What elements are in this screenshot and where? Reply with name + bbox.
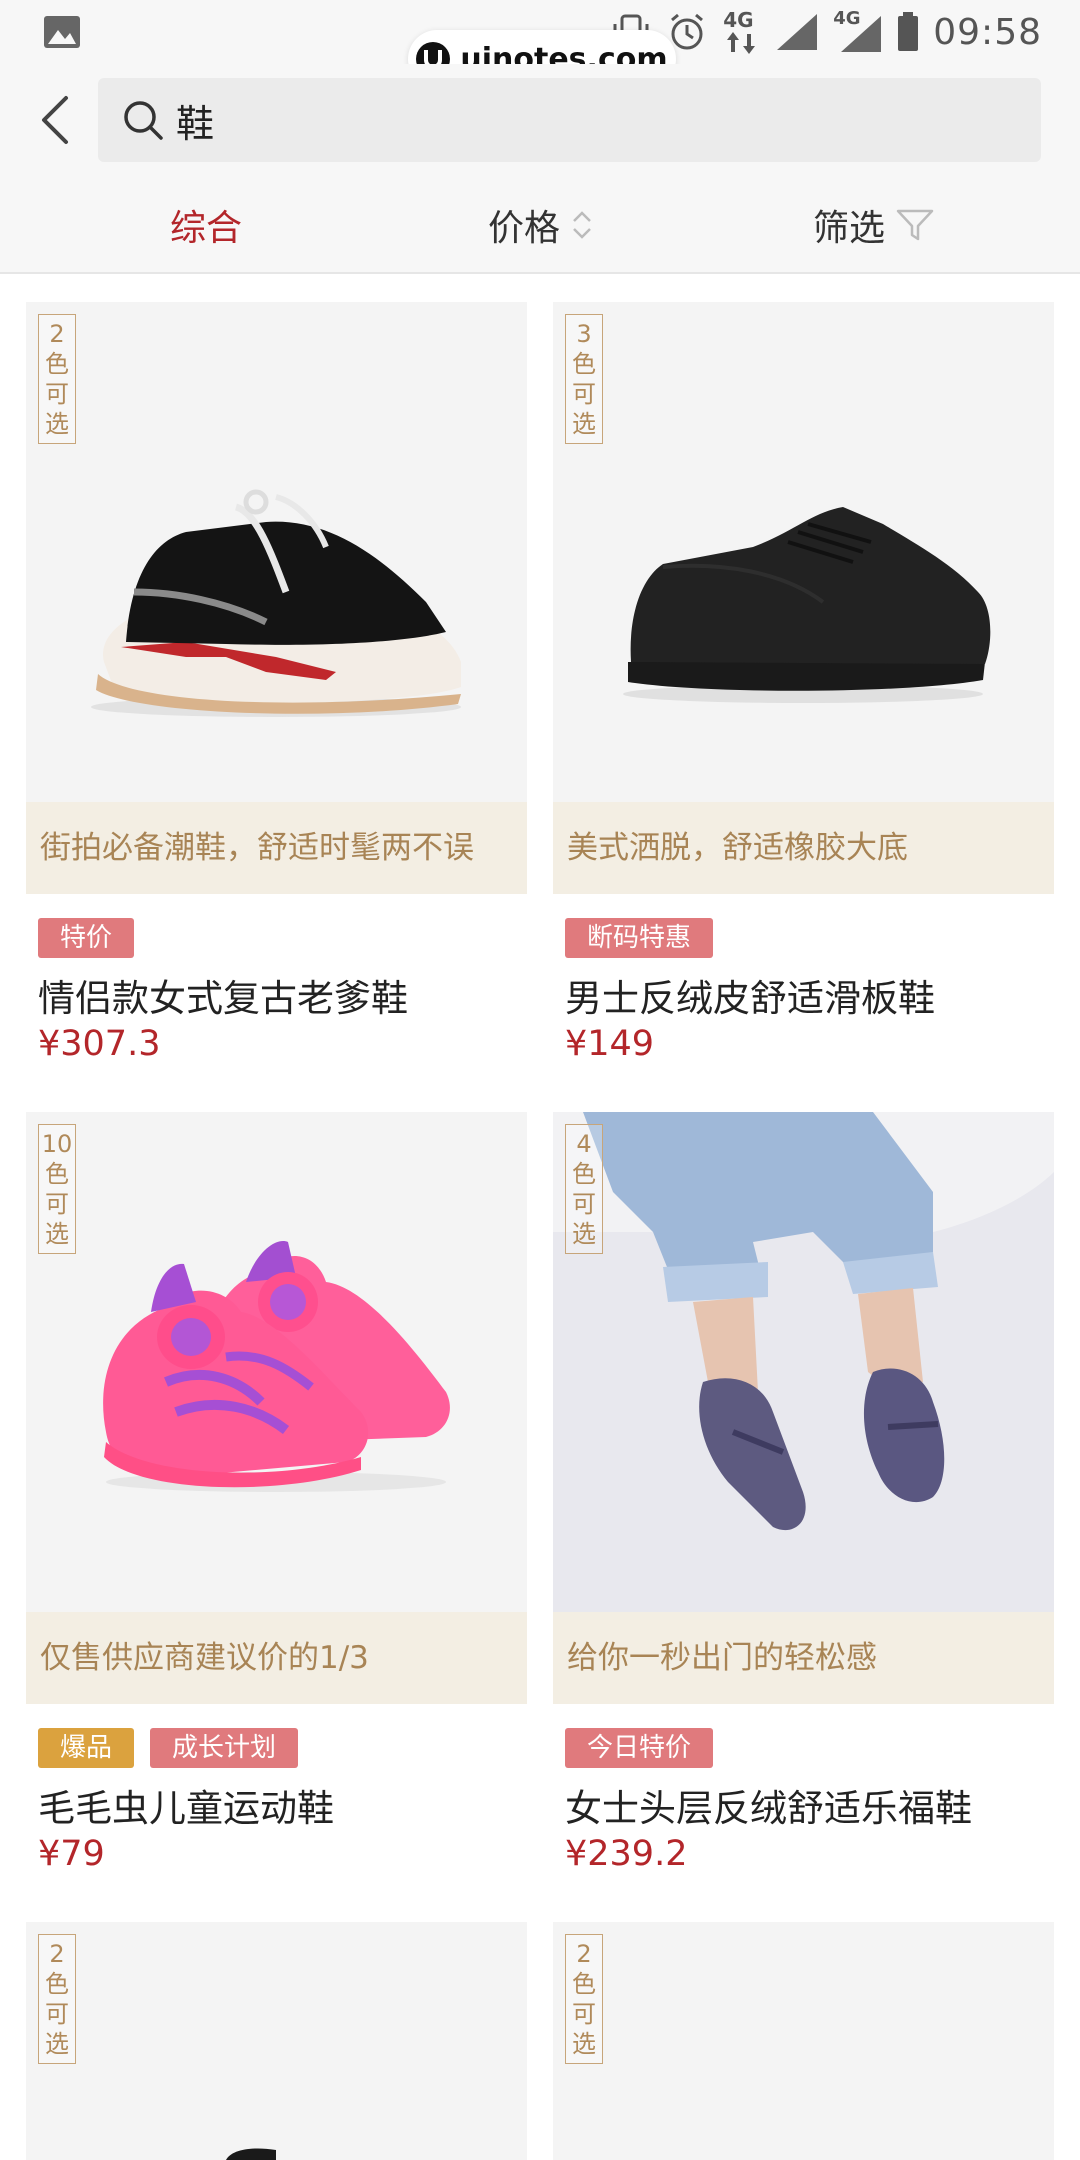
search-input[interactable]: 鞋 — [98, 78, 1041, 162]
color-options-tag: 10色可选 — [38, 1124, 76, 1254]
battery-icon — [898, 12, 919, 51]
badge-group: 今日特价 — [565, 1728, 714, 1768]
product-price: ¥307.3 — [38, 1024, 161, 1064]
color-options-tag: 3色可选 — [565, 314, 603, 444]
product-price: ¥239.2 — [565, 1834, 688, 1874]
product-image[interactable]: 4色可选 — [553, 1112, 1054, 1612]
search-header: 鞋 — [0, 64, 1080, 176]
promo-badge: 特价 — [38, 918, 135, 958]
color-options-tag: 2色可选 — [38, 1934, 76, 2064]
tab-comprehensive[interactable]: 综合 — [170, 176, 242, 274]
product-slogan: 仅售供应商建议价的1/3 — [26, 1612, 527, 1704]
product-name[interactable]: 女士头层反绒舒适乐福鞋 — [565, 1778, 972, 1832]
product-price: ¥149 — [565, 1024, 655, 1064]
color-options-tag: 2色可选 — [38, 314, 76, 444]
promo-badge: 爆品 — [38, 1728, 135, 1768]
promo-badge: 断码特惠 — [565, 918, 714, 958]
tab-price[interactable]: 价格 — [488, 176, 594, 274]
loafers-on-model-image — [553, 1112, 1054, 1612]
filter-funnel-icon — [896, 209, 934, 241]
sort-updown-icon — [573, 211, 591, 239]
product-slogan: 美式洒脱，舒适橡胶大底 — [553, 802, 1054, 894]
product-slogan: 给你一秒出门的轻松感 — [553, 1612, 1054, 1704]
search-query: 鞋 — [176, 101, 215, 146]
promo-badge: 今日特价 — [565, 1728, 714, 1768]
chunky-sneaker-image — [91, 489, 462, 717]
badge-group: 特价 — [38, 918, 135, 958]
skate-shoe-image — [623, 507, 991, 703]
product-image[interactable]: 2色可选 — [26, 302, 527, 802]
sort-bar: 综合 价格 筛选 — [0, 176, 1080, 274]
tab-label: 综合 — [170, 208, 243, 249]
tab-label: 价格 — [488, 208, 561, 249]
image-icon — [44, 16, 80, 48]
product-name[interactable]: 毛毛虫儿童运动鞋 — [38, 1778, 334, 1832]
product-image[interactable]: 2色可选 — [26, 1922, 527, 2160]
badge-group: 断码特惠 — [565, 918, 714, 958]
tab-filter[interactable]: 筛选 — [813, 176, 935, 274]
product-name[interactable]: 情侣款女式复古老爹鞋 — [38, 968, 408, 1022]
product-image[interactable]: 3色可选 — [553, 302, 1054, 802]
back-arrow-icon[interactable] — [34, 92, 80, 148]
promo-badge: 成长计划 — [150, 1728, 299, 1768]
shoe-partial-image — [226, 2148, 276, 2160]
color-options-tag: 4色可选 — [565, 1124, 603, 1254]
signal-icon: 4G — [833, 8, 883, 54]
badge-group: 爆品 成长计划 — [38, 1728, 299, 1768]
product-name[interactable]: 男士反绒皮舒适滑板鞋 — [565, 968, 935, 1022]
tab-label: 筛选 — [813, 208, 886, 249]
data-arrows-icon: 4G — [721, 8, 761, 54]
clock: 09:58 — [933, 11, 1042, 53]
product-image[interactable]: 10色可选 — [26, 1112, 527, 1612]
signal-icon — [777, 14, 818, 50]
product-price: ¥79 — [38, 1834, 105, 1874]
product-slogan: 街拍必备潮鞋，舒适时髦两不误 — [26, 802, 527, 894]
color-options-tag: 2色可选 — [565, 1934, 603, 2064]
search-icon — [124, 101, 163, 140]
kids-caterpillar-shoes-image — [103, 1241, 450, 1492]
network-label: 4G — [723, 8, 754, 32]
product-image[interactable]: 2色可选 — [553, 1922, 1054, 2160]
